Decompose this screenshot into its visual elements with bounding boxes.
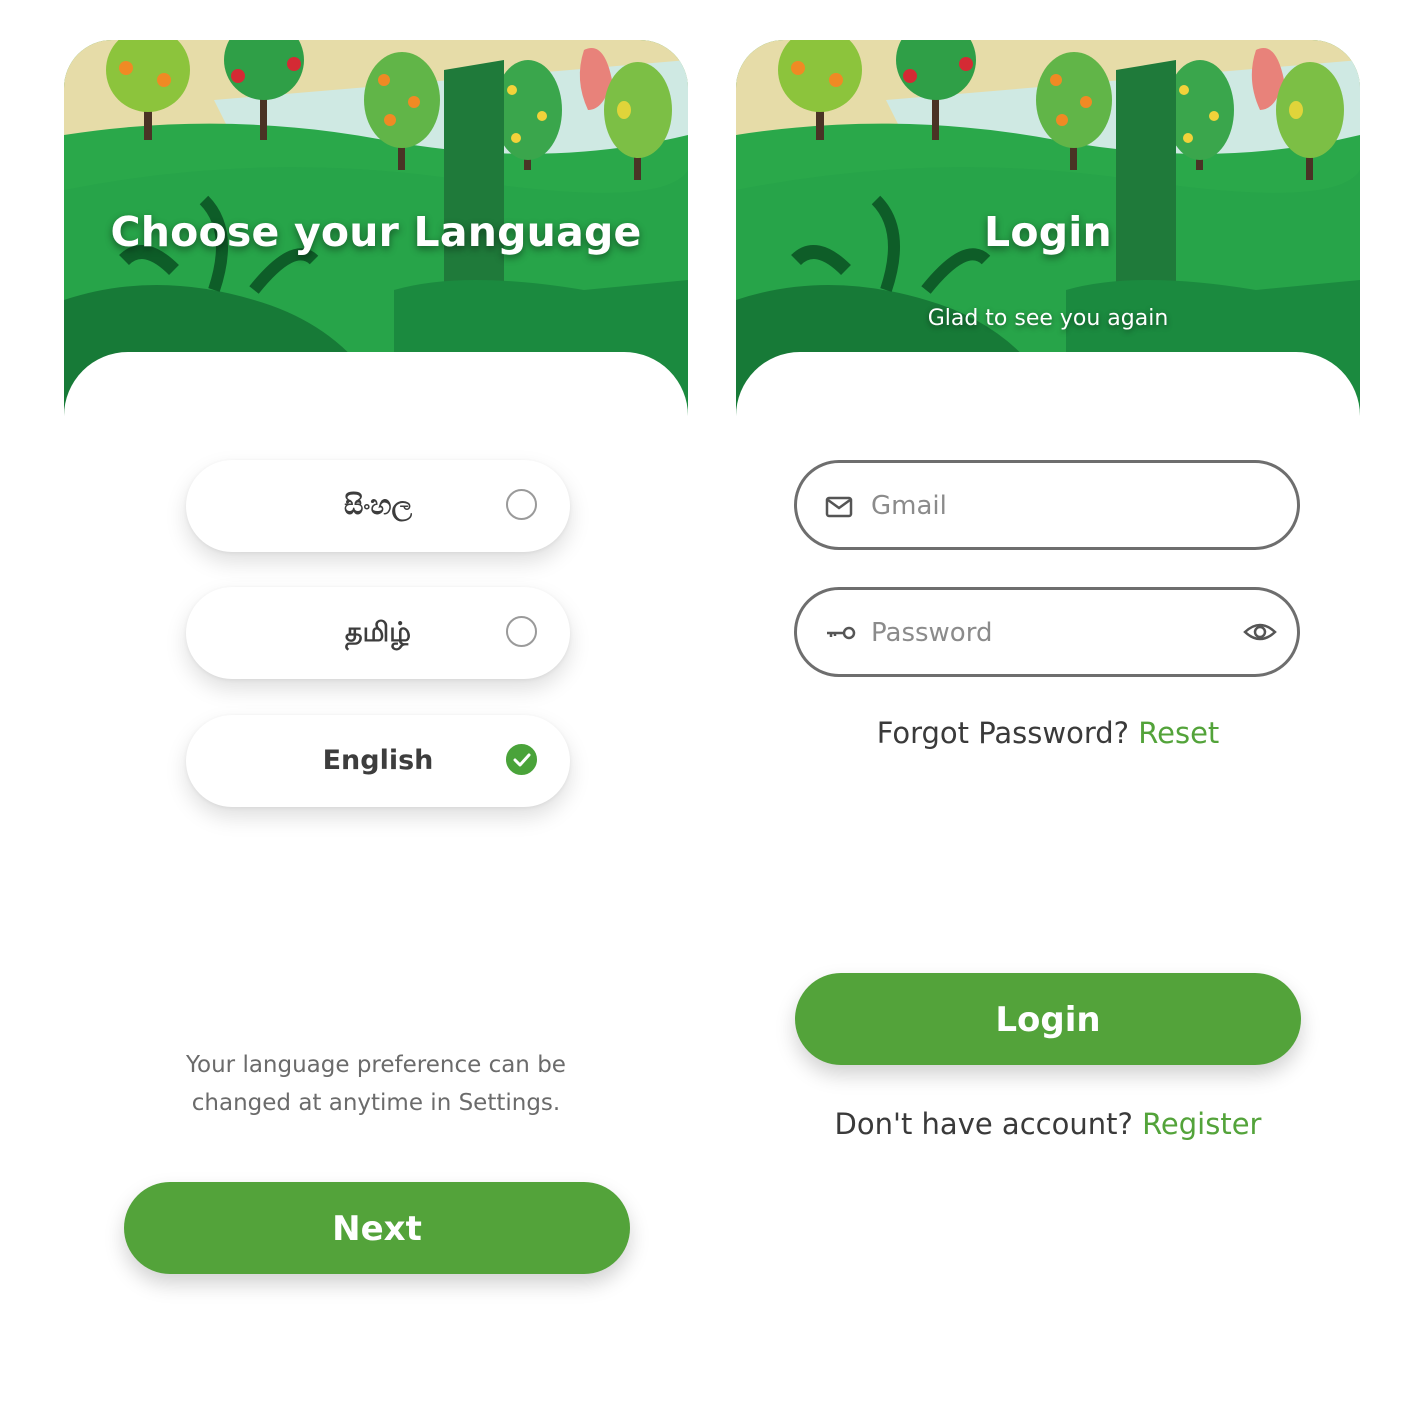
login-screen: Login Glad to see you again Forgot Passw… — [736, 40, 1360, 1384]
reset-link[interactable]: Reset — [1138, 716, 1219, 750]
forgot-password-text: Forgot Password? — [876, 716, 1130, 750]
register-line: Don't have account? Register — [736, 1107, 1360, 1141]
forgot-password-line: Forgot Password? Reset — [736, 716, 1360, 750]
eye-icon[interactable] — [1243, 620, 1277, 644]
note-line-1: Your language preference can be — [186, 1052, 566, 1078]
language-option-tamil[interactable]: தமிழ் — [186, 587, 570, 679]
note-line-2: changed at anytime in Settings. — [191, 1090, 561, 1116]
register-link[interactable]: Register — [1142, 1107, 1261, 1141]
password-input[interactable] — [869, 610, 1213, 656]
language-option-sinhala[interactable]: සිංහල — [186, 460, 570, 552]
key-icon — [827, 626, 856, 640]
email-field[interactable] — [794, 460, 1300, 550]
password-field[interactable] — [794, 587, 1300, 677]
language-screen: Choose your Language සිංහල தமிழ் English… — [64, 40, 688, 1384]
next-button[interactable]: Next — [124, 1182, 630, 1274]
radio-sinhala[interactable] — [506, 489, 537, 520]
language-note: Your language preference can be changed … — [124, 1046, 628, 1122]
page-title: Choose your Language — [110, 208, 642, 256]
radio-english[interactable] — [506, 744, 537, 775]
language-option-english[interactable]: English — [186, 715, 570, 807]
page-subtitle: Glad to see you again — [927, 306, 1169, 331]
no-account-text: Don't have account? — [834, 1107, 1133, 1141]
email-input[interactable] — [869, 483, 1213, 529]
content-sheet — [736, 352, 1360, 1384]
mail-icon — [825, 496, 853, 518]
login-button[interactable]: Login — [795, 973, 1301, 1065]
check-icon — [513, 753, 531, 767]
page-title: Login — [984, 208, 1112, 256]
radio-tamil[interactable] — [506, 616, 537, 647]
